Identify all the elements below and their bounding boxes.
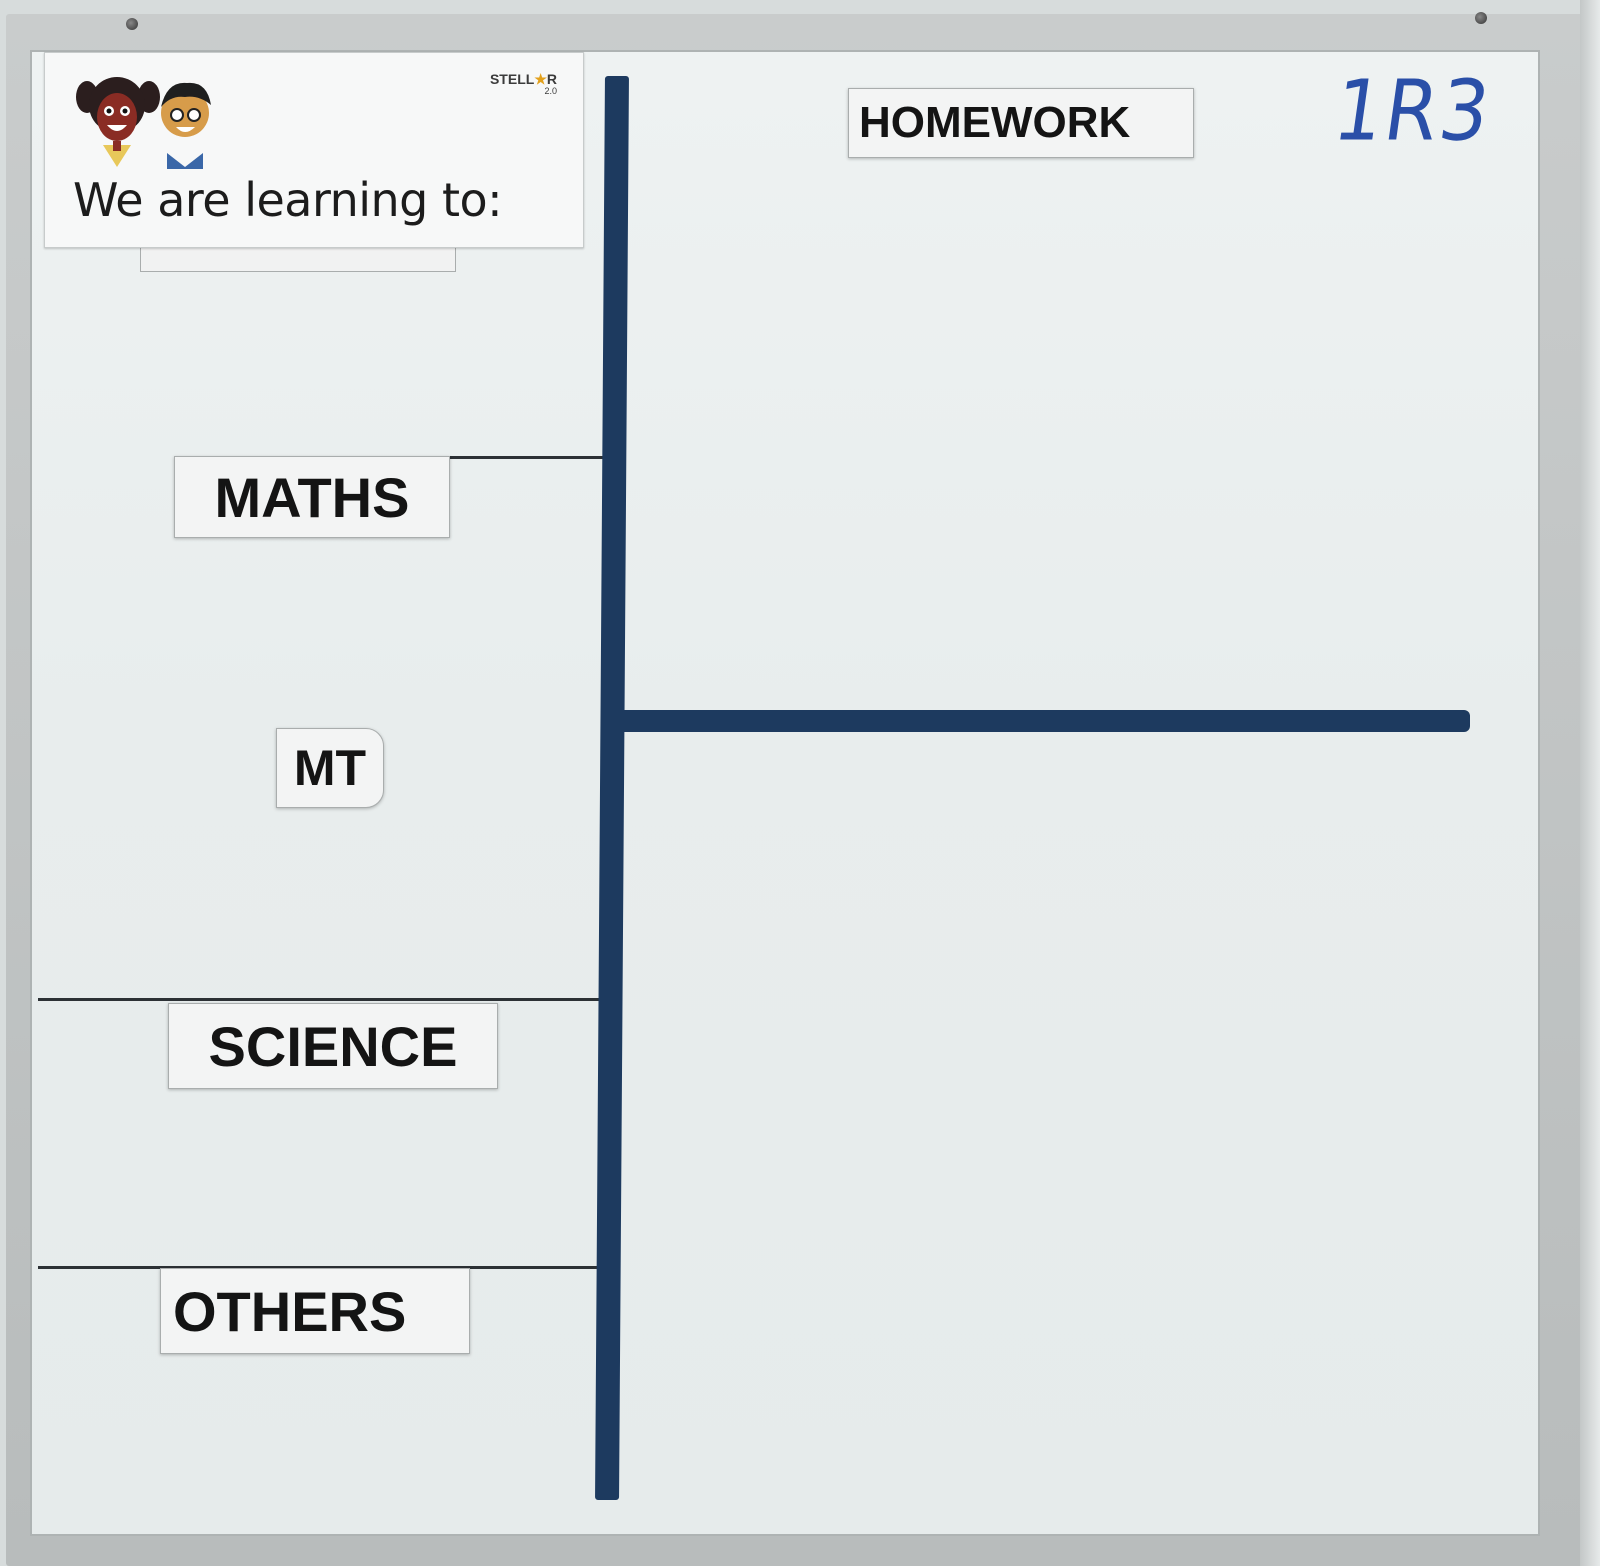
- wall-edge: [1580, 0, 1600, 1566]
- screw-icon: [1475, 12, 1487, 24]
- banner-heading: We are learning to:: [73, 173, 503, 227]
- stellar-logo: STELL★R 2.0: [490, 71, 557, 96]
- brand-text: STELL: [489, 71, 535, 87]
- mt-label: MT: [276, 728, 384, 808]
- class-code: 1R3: [1328, 61, 1498, 160]
- kids-mascot-icon: [76, 77, 211, 169]
- divider-maths: [440, 456, 604, 459]
- horizontal-tape-divider: [624, 710, 1470, 732]
- divider-science: [38, 998, 600, 1001]
- homework-label: HOMEWORK: [848, 88, 1194, 158]
- maths-label: MATHS: [174, 456, 450, 538]
- others-label: OTHERS: [160, 1268, 470, 1354]
- brand-version: 2.0: [544, 86, 557, 96]
- screw-icon: [126, 18, 138, 30]
- science-label: SCIENCE: [168, 1003, 498, 1089]
- learning-banner: STELL★R 2.0 We are learning to:: [44, 52, 584, 248]
- star-icon: ★: [534, 71, 547, 87]
- brand-text-tail: R: [546, 71, 557, 87]
